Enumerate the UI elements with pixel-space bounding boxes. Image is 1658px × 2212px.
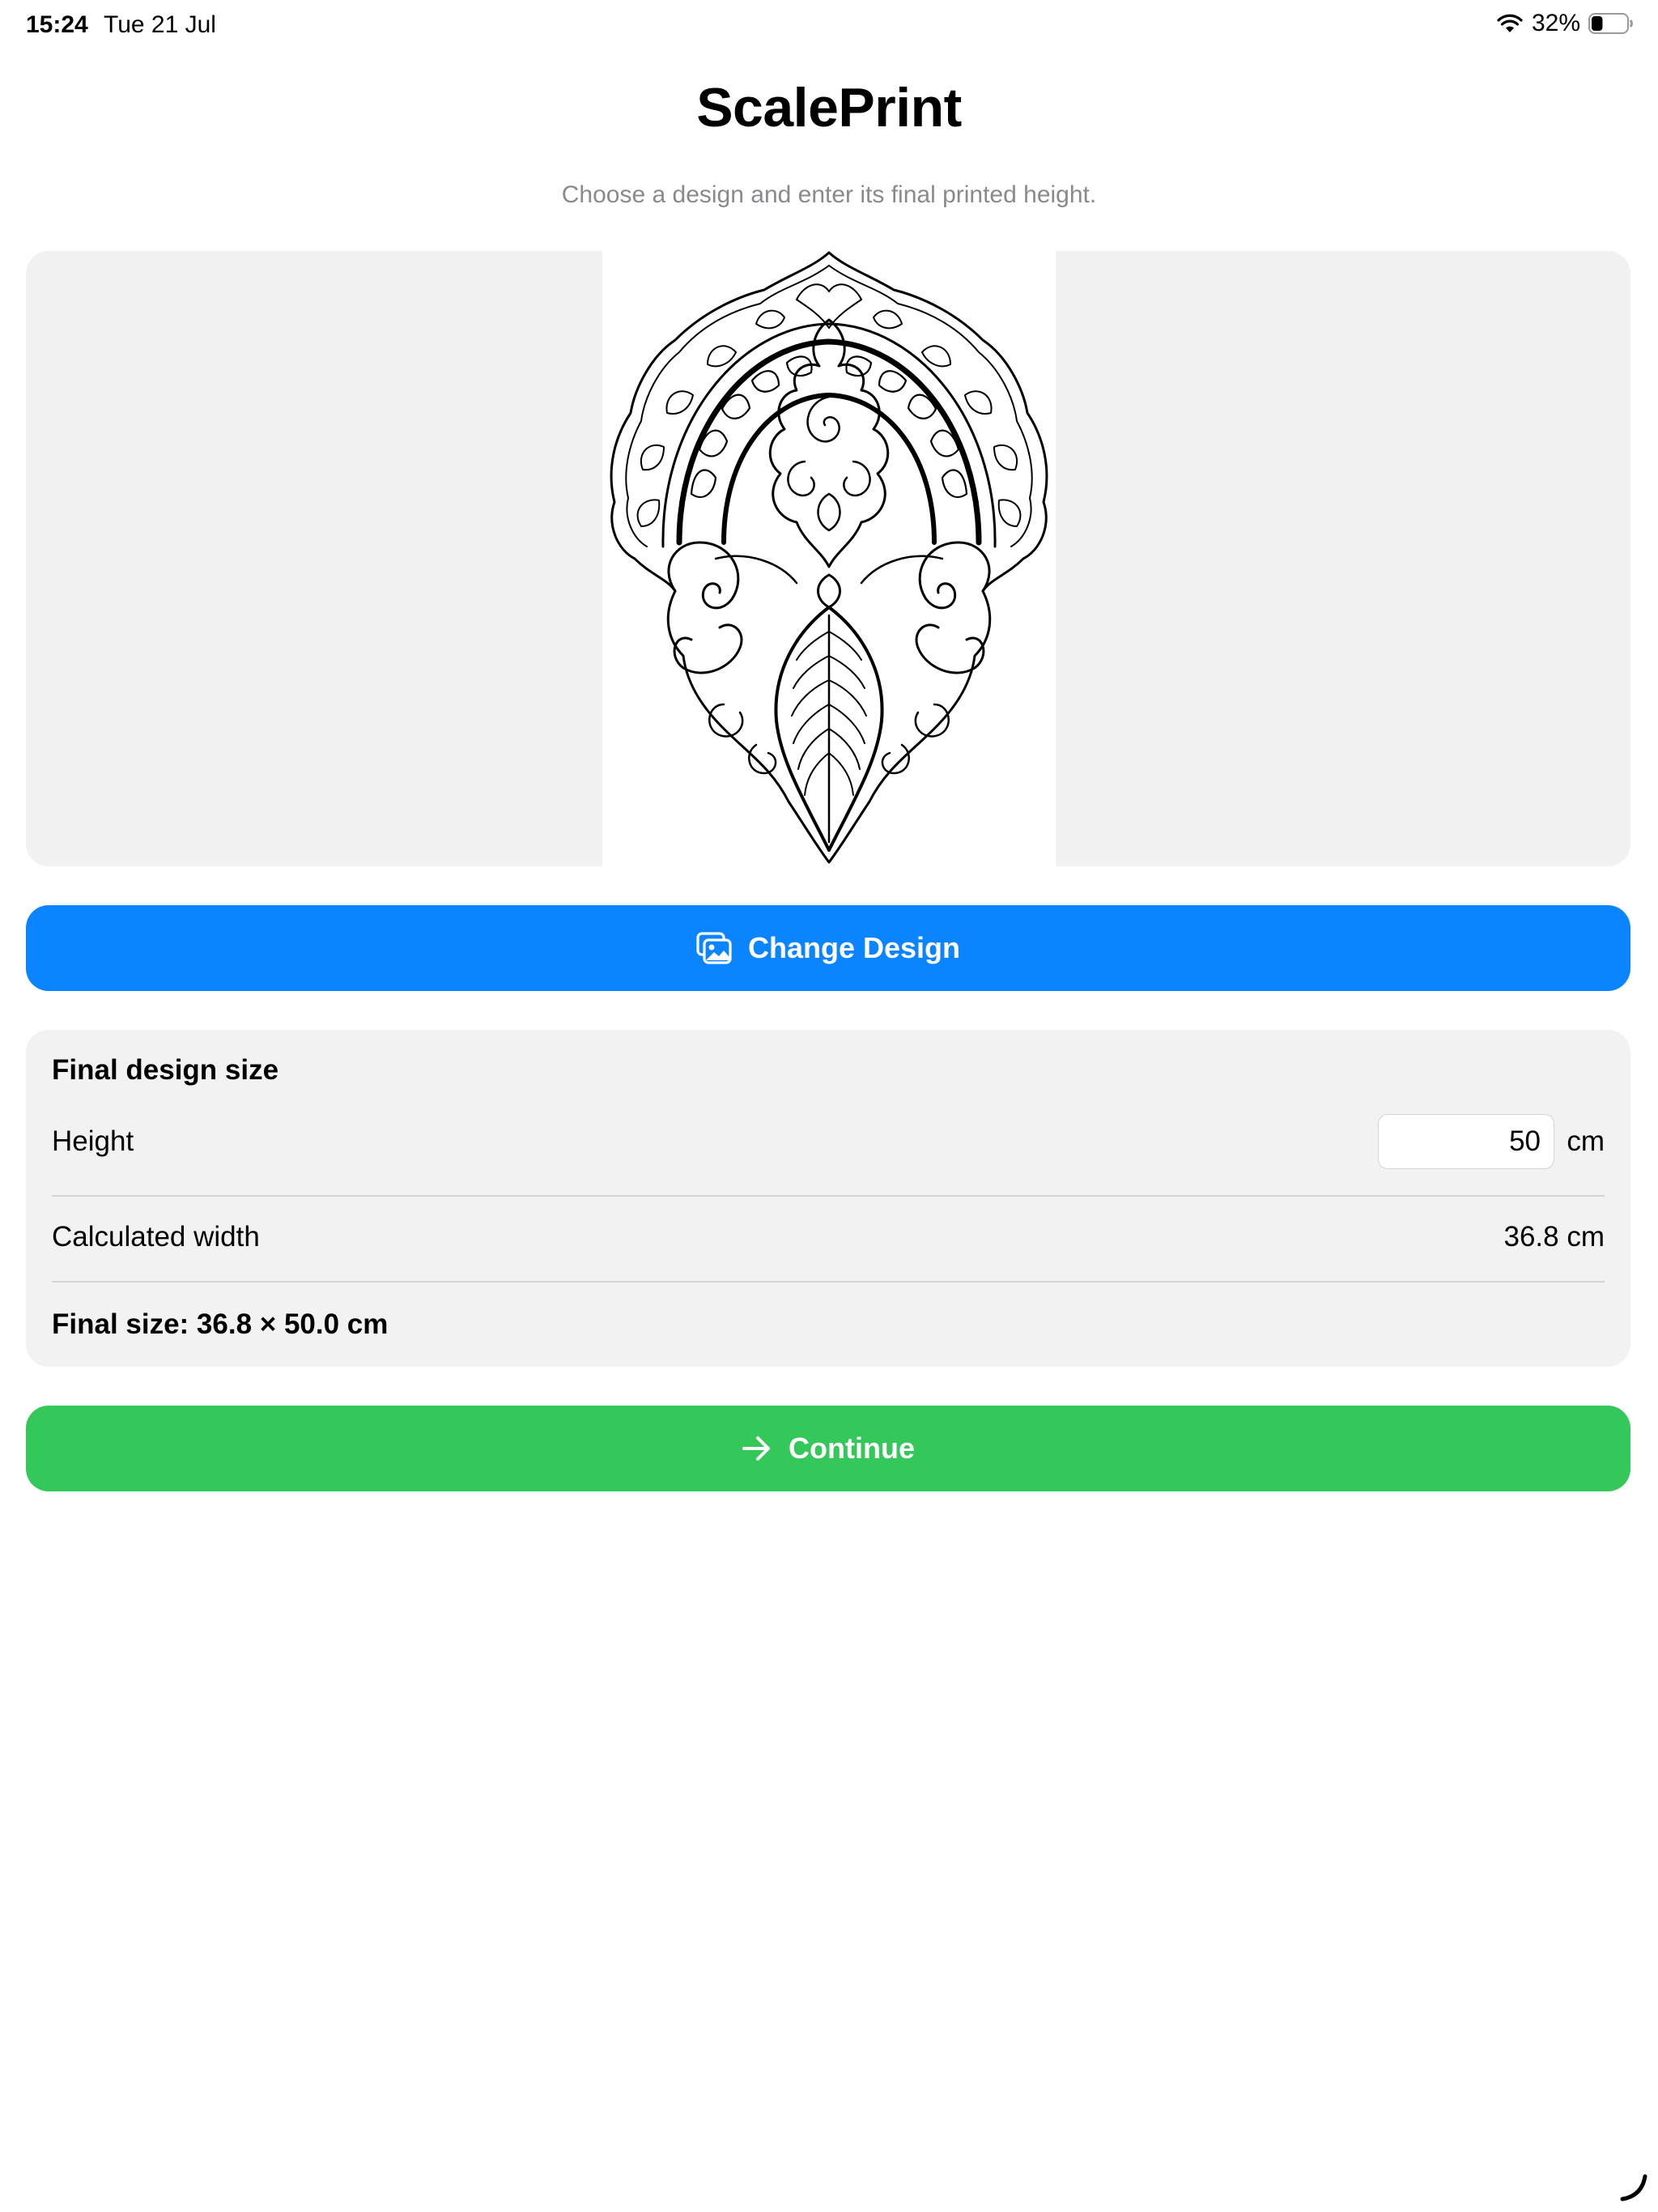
calculated-width-label: Calculated width	[52, 1221, 260, 1253]
wifi-icon	[1497, 14, 1523, 32]
app-title: ScalePrint	[696, 77, 962, 138]
design-drawing	[610, 251, 1048, 864]
battery-percent: 32%	[1531, 10, 1580, 36]
continue-button[interactable]: Continue	[26, 1406, 1630, 1491]
subtitle: Choose a design and enter its final prin…	[561, 181, 1097, 208]
change-design-button[interactable]: Change Design	[26, 905, 1630, 991]
arrow-right-icon	[742, 1436, 770, 1461]
final-size-card: Final design size Height cm Calculated w…	[26, 1030, 1630, 1367]
status-date: Tue 21 Jul	[104, 11, 216, 38]
final-size-text: Final size: 36.8 × 50.0 cm	[52, 1308, 389, 1340]
continue-label: Continue	[789, 1431, 915, 1465]
card-heading: Final design size	[52, 1054, 279, 1086]
resize-handle-icon[interactable]	[1618, 2172, 1650, 2204]
status-bar: 15:24 Tue 21 Jul 32%	[0, 0, 1658, 52]
battery-icon	[1588, 13, 1633, 34]
height-input[interactable]	[1378, 1114, 1554, 1169]
calculated-width-value: 36.8 cm	[1503, 1221, 1605, 1253]
ornamental-design-image	[602, 251, 1056, 866]
design-preview	[26, 251, 1630, 866]
status-indicators: 32%	[1496, 10, 1634, 37]
divider	[52, 1195, 1605, 1197]
status-time: 15:24	[26, 11, 88, 38]
divider	[52, 1281, 1605, 1283]
height-unit: cm	[1567, 1125, 1605, 1157]
photo-stack-icon	[696, 932, 732, 964]
change-design-label: Change Design	[747, 931, 961, 964]
height-label: Height	[52, 1125, 134, 1157]
